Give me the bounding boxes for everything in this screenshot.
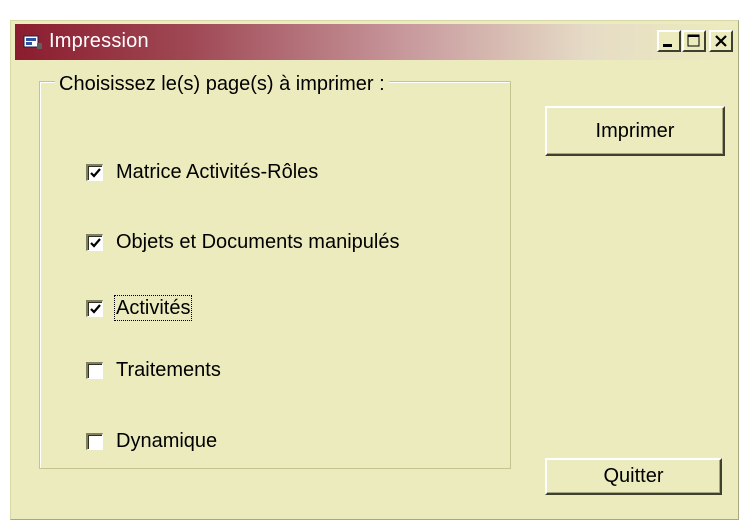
maximize-icon: [687, 34, 700, 47]
checkbox-box[interactable]: [86, 432, 103, 450]
checkbox-box[interactable]: [86, 361, 103, 379]
checkbox-box[interactable]: [86, 163, 103, 181]
close-icon: [715, 35, 727, 47]
checkbox-dynamique[interactable]: Dynamique: [86, 428, 218, 454]
checkbox-box[interactable]: [86, 299, 103, 317]
checkbox-label: Objets et Documents manipulés: [116, 231, 400, 253]
group-legend: Choisissez le(s) page(s) à imprimer :: [55, 73, 389, 95]
close-button[interactable]: [709, 30, 733, 52]
page-selection-group: [39, 81, 511, 469]
checkbox-box[interactable]: [86, 233, 103, 251]
minimize-icon: [663, 44, 672, 47]
app-icon[interactable]: [23, 34, 43, 50]
print-button[interactable]: Imprimer: [545, 106, 725, 156]
title-bar[interactable]: Impression: [15, 24, 733, 60]
checkbox-label: Matrice Activités-Rôles: [116, 161, 319, 183]
checkmark-icon: [90, 167, 101, 178]
minimize-button[interactable]: [657, 30, 681, 52]
checkbox-label: Dynamique: [116, 430, 218, 452]
checkmark-icon: [90, 303, 101, 314]
checkbox-matrice-activites-roles[interactable]: Matrice Activités-Rôles: [86, 159, 319, 185]
checkmark-icon: [90, 237, 101, 248]
checkbox-objets-documents[interactable]: Objets et Documents manipulés: [86, 229, 400, 255]
window-title: Impression: [49, 30, 149, 52]
quit-button[interactable]: Quitter: [545, 458, 722, 495]
checkbox-label: Activités: [113, 295, 193, 321]
maximize-button[interactable]: [682, 30, 706, 52]
checkbox-activites[interactable]: Activités: [86, 295, 193, 321]
checkbox-label: Traitements: [116, 359, 221, 381]
checkbox-traitements[interactable]: Traitements: [86, 357, 222, 383]
